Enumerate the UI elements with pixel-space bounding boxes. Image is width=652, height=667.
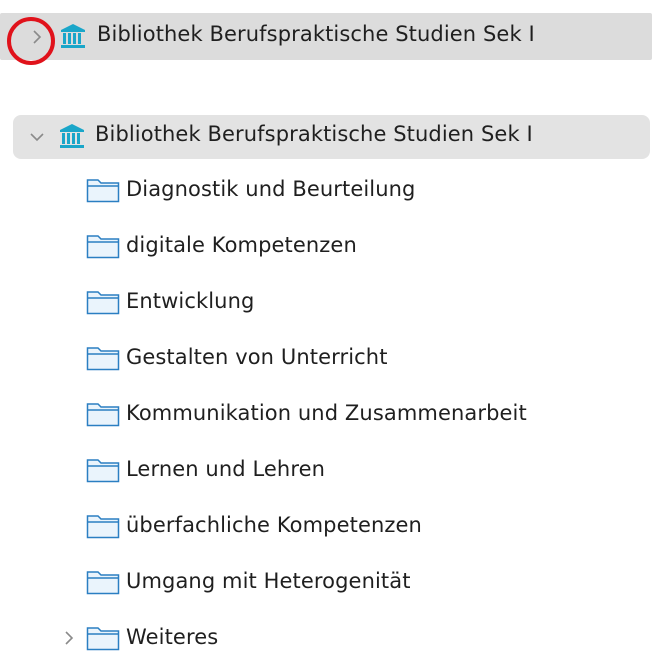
- folder-label: Weiteres: [126, 625, 219, 649]
- folder-item[interactable]: Umgang mit Heterogenität: [0, 560, 652, 604]
- folder-item[interactable]: Diagnostik und Beurteilung: [0, 168, 652, 212]
- chevron-down-icon[interactable]: [28, 128, 46, 146]
- folder-label: Kommunikation und Zusammenarbeit: [126, 401, 527, 425]
- folder-item[interactable]: Entwicklung: [0, 280, 652, 324]
- library-label: Bibliothek Berufspraktische Studien Sek …: [95, 122, 533, 146]
- folder-item[interactable]: Lernen und Lehren: [0, 448, 652, 492]
- library-row-expanded[interactable]: Bibliothek Berufspraktische Studien Sek …: [13, 115, 650, 159]
- folder-label: Lernen und Lehren: [126, 457, 326, 481]
- tree-view-screenshot: Bibliothek Berufspraktische Studien Sek …: [0, 0, 652, 667]
- folder-label: Diagnostik und Beurteilung: [126, 177, 416, 201]
- chevron-right-icon[interactable]: [28, 28, 46, 46]
- library-icon: [58, 122, 86, 150]
- library-row-collapsed[interactable]: Bibliothek Berufspraktische Studien Sek …: [0, 13, 652, 60]
- folder-icon: [86, 345, 120, 371]
- folder-icon: [86, 401, 120, 427]
- folder-item[interactable]: überfachliche Kompetenzen: [0, 504, 652, 548]
- folder-label: Gestalten von Unterricht: [126, 345, 388, 369]
- folder-icon: [86, 177, 120, 203]
- folder-item-expandable[interactable]: Weiteres: [0, 616, 652, 660]
- folder-icon: [86, 569, 120, 595]
- chevron-right-icon[interactable]: [60, 629, 78, 647]
- folder-item[interactable]: Kommunikation und Zusammenarbeit: [0, 392, 652, 436]
- folder-label: überfachliche Kompetenzen: [126, 513, 422, 537]
- folder-icon: [86, 233, 120, 259]
- folder-label: digitale Kompetenzen: [126, 233, 357, 257]
- folder-icon: [86, 457, 120, 483]
- folder-label: Entwicklung: [126, 289, 255, 313]
- folder-item[interactable]: Gestalten von Unterricht: [0, 336, 652, 380]
- library-icon: [59, 22, 87, 50]
- folder-label: Umgang mit Heterogenität: [126, 569, 411, 593]
- library-label: Bibliothek Berufspraktische Studien Sek …: [97, 22, 535, 46]
- folder-item[interactable]: digitale Kompetenzen: [0, 224, 652, 268]
- folder-icon: [86, 513, 120, 539]
- folder-icon: [86, 289, 120, 315]
- folder-icon: [86, 625, 120, 651]
